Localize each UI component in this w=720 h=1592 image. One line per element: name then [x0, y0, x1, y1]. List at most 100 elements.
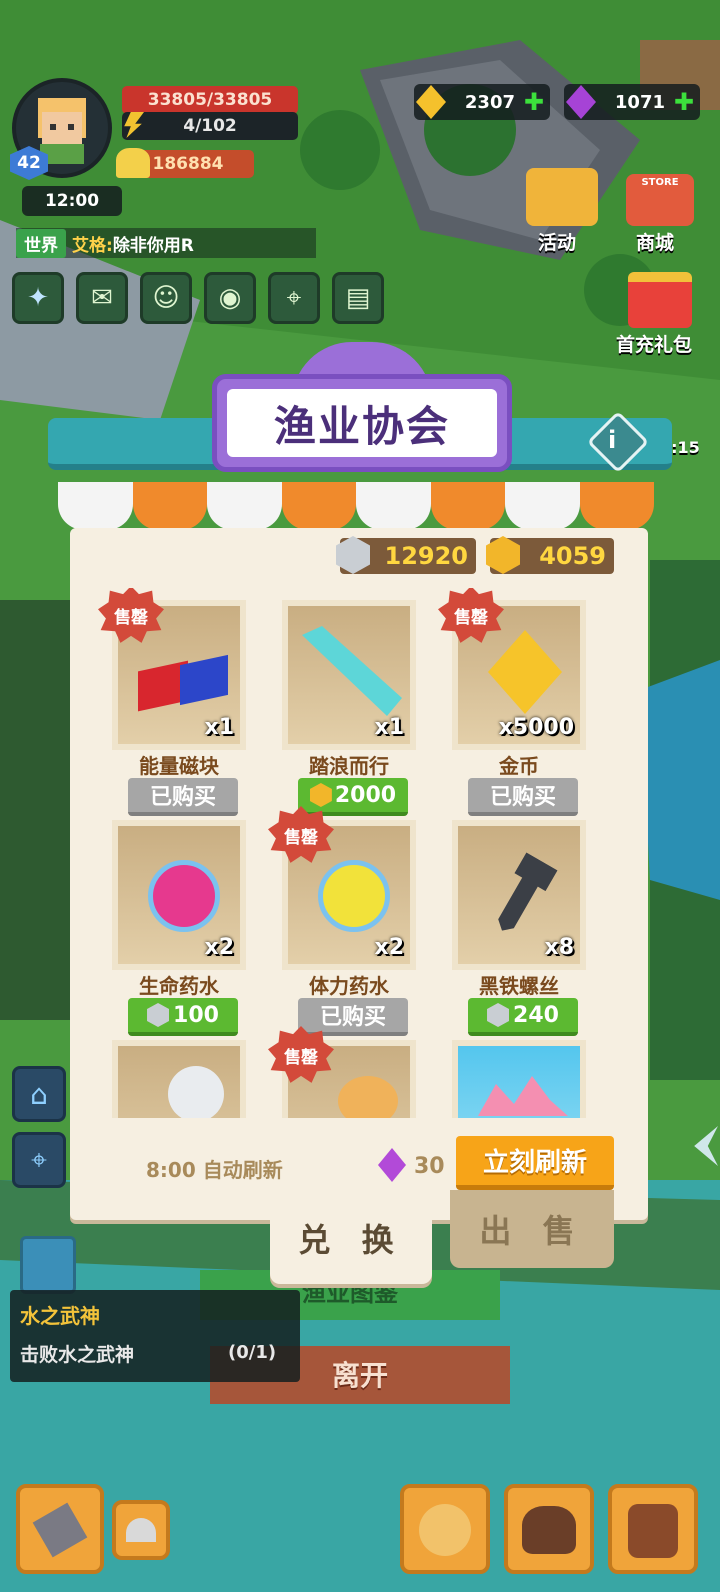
expand-icon: ✦: [27, 283, 49, 313]
event-star-icon[interactable]: [526, 168, 598, 226]
item-name: 踏浪而行: [309, 754, 389, 778]
gem-amount: 1071: [614, 91, 665, 113]
item-price: 100: [173, 1002, 219, 1028]
add-gold-icon[interactable]: ✚: [524, 88, 544, 116]
purchased-button[interactable]: 已购买: [298, 998, 408, 1036]
shop-item-grid: x1 售罄 能量磁块 已购买 x1 踏浪而行 2000 x5000 售罄 金币 …: [98, 588, 632, 1118]
pet-icon: [522, 1506, 576, 1554]
location-button[interactable]: ⌖: [12, 1132, 66, 1188]
map-pin-icon: ⌖: [286, 282, 302, 313]
store-icon[interactable]: STORE: [626, 174, 694, 226]
purple-gem-icon: [566, 85, 596, 119]
chat-message: 除非你用R: [112, 235, 194, 256]
item-name: 生命药水: [139, 974, 219, 998]
hero-button[interactable]: [400, 1484, 490, 1574]
gift-box-icon[interactable]: [628, 272, 692, 328]
small-tool-button[interactable]: [112, 1500, 170, 1560]
item-quantity: x2: [374, 935, 405, 960]
build-hammer-button[interactable]: [16, 1484, 104, 1574]
quest-title: 水之武神: [20, 1304, 100, 1328]
item-quantity: x8: [544, 935, 575, 960]
item-quantity: x1: [374, 715, 405, 740]
shop-slot-hidden-3[interactable]: [444, 1034, 594, 1118]
chat-button[interactable]: ◉: [204, 272, 256, 324]
energy-magnet-icon: [138, 654, 228, 712]
add-gem-icon[interactable]: ✚: [674, 88, 694, 116]
silver-token-price-icon: [147, 1003, 170, 1027]
chat-user: 艾格:: [72, 235, 113, 256]
purchased-button[interactable]: 已购买: [128, 778, 238, 816]
tab-sell[interactable]: 出 售: [450, 1190, 614, 1268]
item-quantity: x1: [204, 715, 235, 740]
gem-display[interactable]: 1071 ✚: [564, 84, 700, 120]
location-pin-icon: ⌖: [31, 1143, 47, 1176]
mail-button[interactable]: ✉: [76, 272, 128, 324]
gold-token-amount: 4059: [539, 542, 606, 570]
bread-icon: [338, 1076, 398, 1118]
shop-awning: [58, 482, 654, 530]
shop-slot-wave-rider[interactable]: x1 踏浪而行 2000: [274, 594, 424, 816]
gold-coin-icon: [416, 85, 446, 119]
chat-bubble-icon: ◉: [218, 283, 242, 313]
item-frame: x8: [452, 820, 586, 970]
expand-menu-button[interactable]: ✦: [12, 272, 64, 324]
purchased-button[interactable]: 已购买: [468, 778, 578, 816]
health-potion-icon: [148, 860, 220, 932]
pets-button[interactable]: [504, 1484, 594, 1574]
game-clock: 12:00: [22, 186, 122, 216]
backpack-icon: [628, 1504, 678, 1558]
silver-token-amount: 12920: [384, 542, 469, 570]
notice-board-icon: ▤: [345, 283, 371, 313]
tab-exchange[interactable]: 兑 换: [270, 1192, 432, 1284]
item-frame: [452, 1040, 586, 1118]
map-button[interactable]: ⌖: [268, 272, 320, 324]
buy-button[interactable]: 100: [128, 998, 238, 1036]
shop-title: 渔业协会: [227, 389, 497, 457]
shop-slot-gold-coins[interactable]: x5000 售罄 金币 已购买: [438, 588, 594, 816]
auto-refresh-text: 8:00 自动刷新: [146, 1158, 283, 1182]
stamina-potion-icon: [318, 860, 390, 932]
home-button[interactable]: ⌂: [12, 1066, 66, 1122]
notice-button[interactable]: ▤: [332, 272, 384, 324]
store-label[interactable]: 商城: [636, 228, 674, 255]
quest-description: 击败水之武神: [20, 1344, 135, 1366]
item-price: 2000: [334, 782, 397, 808]
item-name: 金币: [499, 754, 539, 778]
store-tag: STORE: [641, 177, 679, 188]
item-name: 体力药水: [309, 974, 389, 998]
shop-slot-hidden-1[interactable]: [104, 1034, 254, 1118]
backpack-button[interactable]: [608, 1484, 698, 1574]
shop-slot-energy-magnet[interactable]: x1 售罄 能量磁块 已购买: [98, 588, 254, 816]
energy-bar: 4/102: [122, 112, 298, 140]
item-name: 能量磁块: [139, 754, 219, 778]
item-quantity: x5000: [498, 715, 574, 740]
gold-display[interactable]: 2307 ✚: [414, 84, 550, 120]
gold-amount: 2307: [464, 91, 515, 113]
hero-portrait-icon: [419, 1504, 471, 1556]
shop-slot-stamina-potion[interactable]: x2 售罄 体力药水 已购买: [268, 806, 424, 1036]
buy-button[interactable]: 2000: [298, 778, 408, 816]
quest-scroll-icon[interactable]: [20, 1236, 76, 1294]
item-name: 黑铁螺丝: [479, 974, 559, 998]
chat-channel-tag: 世界: [16, 228, 66, 258]
world-chat-line[interactable]: 世界 艾格: 除非你用R: [16, 228, 316, 258]
leave-button[interactable]: 离开: [210, 1350, 510, 1402]
first-recharge-label[interactable]: 首充礼包: [616, 330, 692, 357]
friends-icon: ☺: [152, 283, 180, 313]
shop-slot-hidden-2[interactable]: 售罄: [268, 1026, 424, 1118]
shop-title-plate: 渔业协会: [212, 374, 512, 472]
refresh-now-button[interactable]: 立刻刷新: [456, 1136, 614, 1190]
gold-token-price-icon: [309, 783, 332, 807]
bolt-head-icon: [168, 1066, 224, 1118]
event-label[interactable]: 活动: [538, 228, 576, 255]
friends-button[interactable]: ☺: [140, 272, 192, 324]
item-price: 240: [513, 1002, 559, 1028]
info-icon: i: [608, 426, 617, 454]
buy-button[interactable]: 240: [468, 998, 578, 1036]
item-frame: x2: [112, 820, 246, 970]
shop-slot-iron-screw[interactable]: x8 黑铁螺丝 240: [444, 814, 594, 1036]
shop-slot-health-potion[interactable]: x2 生命药水 100: [104, 814, 254, 1036]
hp-bar: 33805/33805: [122, 86, 298, 114]
mail-icon: ✉: [91, 283, 113, 313]
item-frame: [112, 1040, 246, 1118]
